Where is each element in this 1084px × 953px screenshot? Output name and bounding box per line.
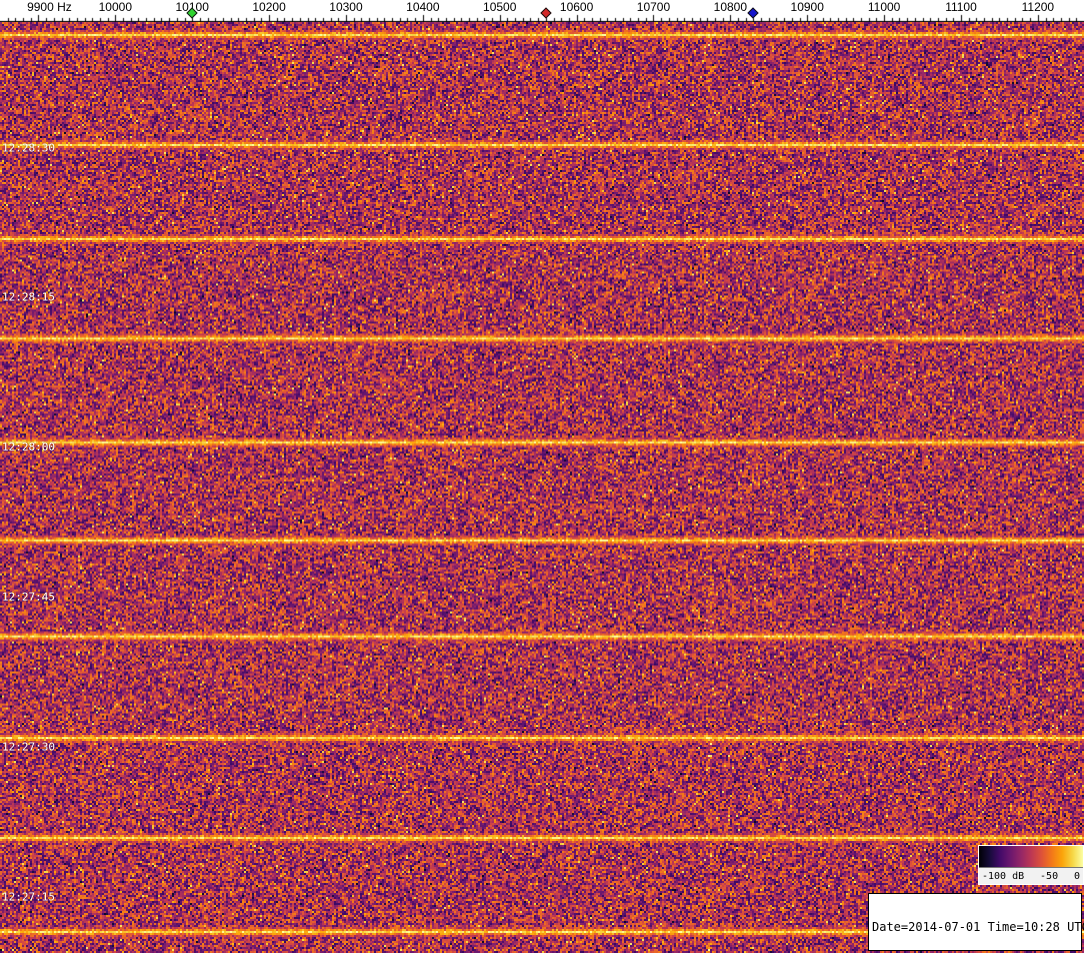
freq-tick-label: 10900	[791, 1, 824, 14]
freq-tick-label: 10800	[714, 1, 747, 14]
freq-tick-label: 10400	[406, 1, 439, 14]
freq-tick-label: 10300	[329, 1, 362, 14]
freq-tick-label: 10000	[99, 1, 132, 14]
spectrogram-waterfall[interactable]	[0, 22, 1084, 953]
colorbar-max-label: 0	[1074, 871, 1080, 882]
freq-tick-label: 10200	[252, 1, 285, 14]
colorbar-mid-label: -50	[1040, 871, 1058, 882]
time-tick-label: 12:28:15	[2, 291, 55, 304]
time-tick-label: 12:27:45	[2, 591, 55, 604]
info-box: Date=2014-07-01 Time=10:28 UTC Freq=143 …	[868, 893, 1082, 951]
freq-tick-label: 10500	[483, 1, 516, 14]
freq-tick-label: 10600	[560, 1, 593, 14]
time-tick-label: 12:28:30	[2, 142, 55, 155]
waterfall-canvas[interactable]	[0, 22, 1084, 953]
freq-tick-label: 11000	[868, 1, 900, 14]
freq-tick-label: 11100	[945, 1, 977, 14]
colorbar-gradient	[979, 846, 1083, 868]
colorbar-scale: -100 dB -50 0	[979, 868, 1083, 884]
freq-tick-label: 9900 Hz	[27, 1, 72, 14]
time-tick-label: 12:27:15	[2, 891, 55, 904]
freq-tick-label: 11200	[1022, 1, 1054, 14]
colorbar-min-label: -100 dB	[982, 871, 1024, 882]
info-date-time: Date=2014-07-01 Time=10:28 UTC	[872, 921, 1078, 934]
frequency-ruler[interactable]: 9900 Hz100001010010200103001040010500106…	[0, 0, 1084, 22]
amplitude-colorbar: -100 dB -50 0	[978, 845, 1084, 885]
time-tick-label: 12:28:00	[2, 441, 55, 454]
time-tick-label: 12:27:30	[2, 741, 55, 754]
freq-tick-label: 10700	[637, 1, 670, 14]
spectrogram-app: 9900 Hz100001010010200103001040010500106…	[0, 0, 1084, 953]
